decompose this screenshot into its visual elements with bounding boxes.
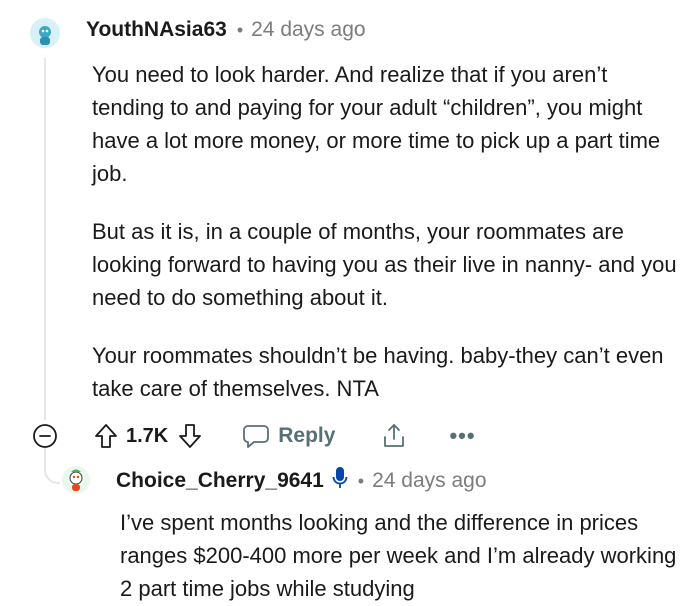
comment-meta: YouthNAsia63 • 24 days ago [86,18,366,42]
more-options-button[interactable]: ••• [449,423,475,449]
collapse-button[interactable] [32,423,58,449]
reply-paragraph: I’ve spent months looking and the differ… [120,510,677,601]
reply-label: Reply [278,424,336,447]
downvote-icon [179,424,202,448]
reply-meta: Choice_Cherry_9641 • 24 days ago [116,466,487,496]
downvote-button[interactable] [178,423,202,449]
upvote-icon [95,424,117,448]
user-avatar[interactable] [30,18,60,48]
comment-action-bar: 1.7K Reply ••• [32,416,476,456]
reply-user-avatar[interactable] [62,466,90,494]
reply-button[interactable]: Reply [242,423,335,449]
thread-line[interactable] [44,58,46,420]
comment-body: You need to look harder. And realize tha… [92,58,682,405]
share-icon [384,424,405,447]
comment-paragraph: But as it is, in a couple of months, you… [92,219,677,310]
more-icon: ••• [449,423,476,448]
reply-icon [243,425,270,448]
meta-separator: • [236,19,244,40]
share-button[interactable] [381,422,407,450]
microphone-icon [332,466,348,496]
upvote-button[interactable] [94,423,118,449]
collapse-icon [33,424,57,448]
vote-count: 1.7K [126,424,169,447]
comment-author[interactable]: YouthNAsia63 [86,18,227,42]
comment-paragraph: Your roommates shouldn’t be having. baby… [92,343,664,401]
reply-body: I’ve spent months looking and the differ… [120,506,680,605]
reply-timestamp: 24 days ago [372,469,487,492]
comment-paragraph: You need to look harder. And realize tha… [92,62,661,186]
reply-author[interactable]: Choice_Cherry_9641 [116,469,324,493]
comment-timestamp: 24 days ago [251,18,366,41]
meta-separator: • [357,470,365,491]
